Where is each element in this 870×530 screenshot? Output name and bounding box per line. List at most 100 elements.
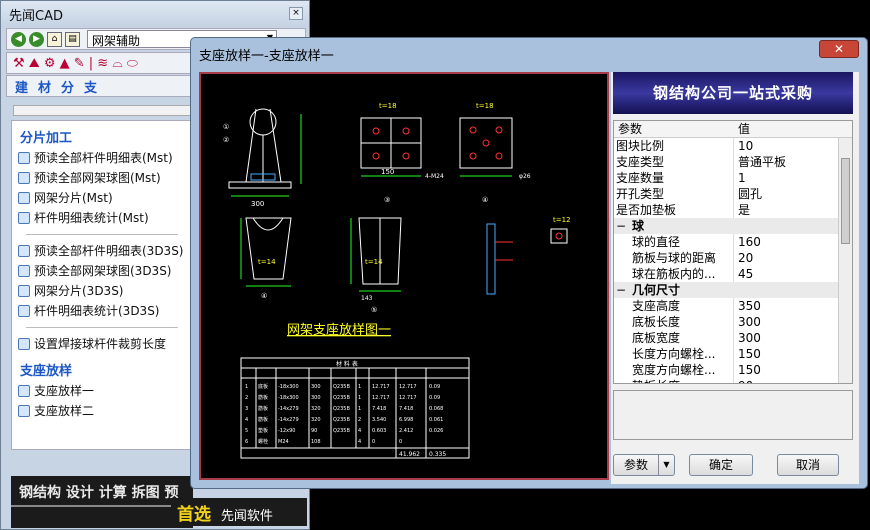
table-cell: 0.026 [429,428,443,434]
list-item-label: 支座放样一 [34,384,95,398]
thickness-label: t=14 [258,258,276,266]
list-item-label: 杆件明细表统计(Mst) [34,211,149,225]
hole-label: φ26 [519,173,531,180]
table-cell: Q235B [333,384,350,390]
scrollbar-thumb[interactable] [841,158,850,244]
bottom-nav[interactable]: 钢结构 设计 计算 拆图 预 [11,476,193,508]
property-row[interactable]: 支座数量 1 [614,170,852,186]
list-item[interactable]: 杆件明细表统计(Mst) [12,208,192,228]
list-item[interactable]: 支座放样二 [12,401,192,421]
property-row[interactable]: 球在筋板内的... 45 [614,266,852,282]
property-value[interactable]: 圆孔 [734,186,762,202]
command-icon [18,285,30,297]
property-row[interactable]: 支座类型 普通平板 [614,154,852,170]
home-icon[interactable]: ⌂ [47,31,62,47]
table-cell: 0.603 [372,428,386,434]
category-label: 球 [632,219,645,233]
table-cell: 0 [399,439,402,445]
property-value[interactable]: 20 [734,250,753,266]
cancel-button[interactable]: 取消 [777,454,839,476]
list-item[interactable]: 预读全部网架球图(3D3S) [12,261,192,281]
collapse-icon[interactable]: − [616,282,626,298]
ok-button[interactable]: 确定 [689,454,753,476]
table-cell: 4 [358,439,361,445]
property-name: 垫板长度 [614,378,734,383]
thickness-label: t=12 [553,216,571,224]
property-value[interactable]: 350 [734,298,761,314]
table-cell: 4 [245,417,248,423]
property-value[interactable]: 是 [734,202,750,218]
property-value[interactable]: 90 [734,378,753,383]
property-category[interactable]: − 球 [614,218,852,234]
property-name: 宽度方向螺栓... [614,362,734,378]
property-name: 底板长度 [614,314,734,330]
dim-label: 143 [361,295,373,302]
property-row[interactable]: 宽度方向螺栓... 150 [614,362,852,378]
table-cell: 0.09 [429,395,440,401]
property-value[interactable]: 普通平板 [734,154,786,170]
property-value[interactable]: 300 [734,330,761,346]
ad-banner[interactable]: 钢结构公司一站式采购 [613,72,853,114]
close-button[interactable]: × [289,7,303,20]
list-item[interactable]: 支座放样一 [12,381,192,401]
description-box [613,390,853,440]
property-value[interactable]: 45 [734,266,753,282]
list-item[interactable]: 预读全部杆件明细表(Mst) [12,148,192,168]
list-item[interactable]: 预读全部杆件明细表(3D3S) [12,241,192,261]
table-cell: 7.418 [399,406,413,412]
property-row[interactable]: 球的直径 160 [614,234,852,250]
table-cell: 7.418 [372,406,386,412]
scrollbar[interactable] [838,138,852,383]
property-row[interactable]: 是否加垫板是 [614,202,852,218]
brand-main: 首选 [177,505,211,525]
list-item[interactable]: 网架分片(Mst) [12,188,192,208]
list-item[interactable]: 预读全部网架球图(Mst) [12,168,192,188]
back-icon[interactable]: ◀ [11,31,26,47]
command-list: 分片加工 预读全部杆件明细表(Mst) 预读全部网架球图(Mst) 网架分片(M… [11,120,193,450]
category-label: 几何尺寸 [632,283,681,297]
param-button[interactable]: 参数 ▼ [613,454,675,476]
property-value[interactable]: 150 [734,362,761,378]
list-item[interactable]: 网架分片(3D3S) [12,281,192,301]
table-cell: 3.540 [372,417,386,423]
list-item-label: 预读全部网架球图(3D3S) [34,264,172,278]
table-cell: Q235B [333,395,350,401]
property-value[interactable]: 300 [734,314,761,330]
list-item[interactable]: 杆件明细表统计(3D3S) [12,301,192,321]
tab-fen[interactable]: 分 [61,77,74,96]
property-name: 筋板与球的距离 [614,250,734,266]
collapse-icon[interactable]: − [616,218,626,234]
tab-cai[interactable]: 材 [38,77,51,96]
forward-icon[interactable]: ▶ [29,31,44,47]
property-row[interactable]: 开孔类型 圆孔 [614,186,852,202]
bolt-view: t=12 [486,216,571,295]
property-value[interactable]: 150 [734,346,761,362]
property-category[interactable]: − 几何尺寸 [614,282,852,298]
splitter[interactable] [13,105,193,116]
table-cell: 5 [245,428,248,434]
property-row[interactable]: 长度方向螺栓... 150 [614,346,852,362]
property-row[interactable]: 底板长度 300 [614,314,852,330]
property-name: 长度方向螺栓... [614,346,734,362]
table-cell: Q235B [333,428,350,434]
tab-jian[interactable]: 建 [15,77,28,96]
table-cell: 螺栓 [258,438,268,445]
table-cell: 6.998 [399,417,413,423]
list-item-label: 网架分片(Mst) [34,191,113,205]
property-row[interactable]: 底板宽度 300 [614,330,852,346]
property-row[interactable]: 垫板长度90 [614,378,852,383]
property-row[interactable]: 支座高度 350 [614,298,852,314]
module-select-value: 网架辅助 [92,34,141,48]
book-icon[interactable]: ▤ [65,31,80,47]
list-item-label: 支座放样二 [34,404,95,418]
property-row[interactable]: 筋板与球的距离 20 [614,250,852,266]
property-value[interactable]: 160 [734,234,761,250]
property-row[interactable]: 图块比例 10 [614,138,852,154]
dialog-close-button[interactable]: ✕ [819,40,859,58]
command-icon [18,172,30,184]
chevron-down-icon[interactable]: ▼ [658,455,674,475]
list-item[interactable]: 设置焊接球杆件裁剪长度 [12,334,192,354]
property-value[interactable]: 1 [734,170,746,186]
property-value[interactable]: 10 [734,138,753,154]
tab-zhi[interactable]: 支 [84,77,97,96]
